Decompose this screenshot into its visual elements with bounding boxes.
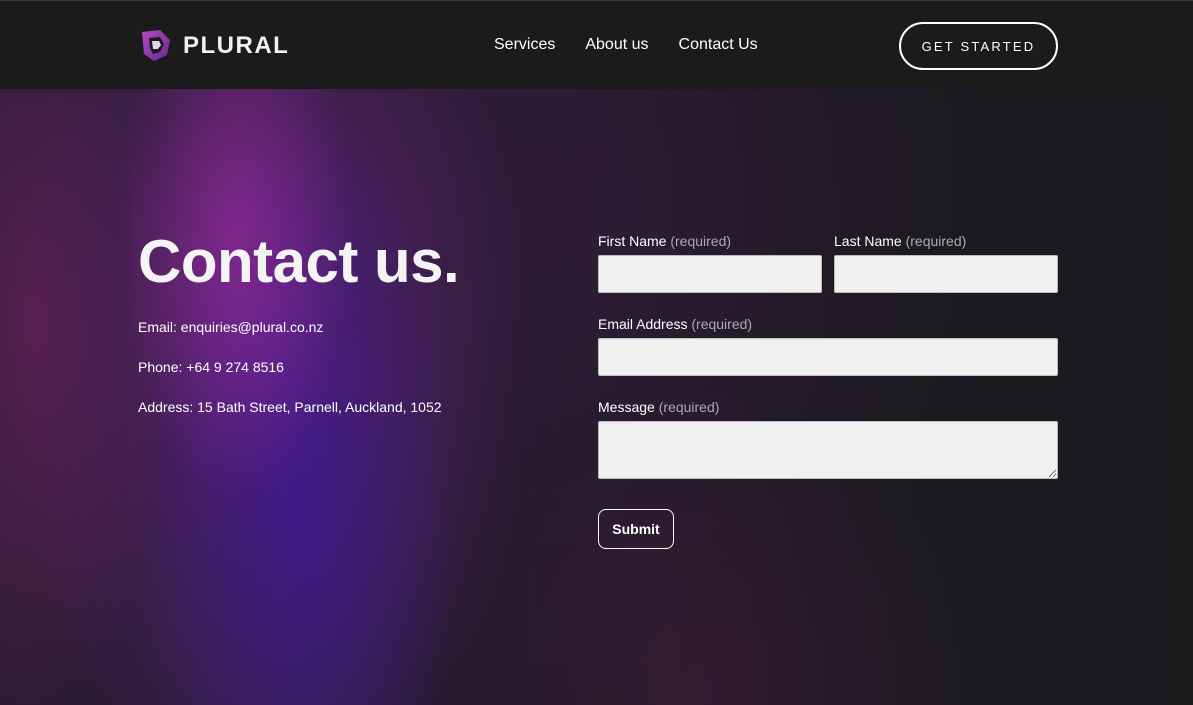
first-name-label-text: First Name — [598, 233, 667, 249]
logo[interactable]: PLURAL — [138, 28, 289, 63]
hero-background — [0, 89, 1193, 705]
last-name-label-text: Last Name — [834, 233, 902, 249]
required-indicator: (required) — [905, 233, 967, 249]
main-nav: Services About us Contact Us — [494, 35, 758, 55]
nav-contact-us[interactable]: Contact Us — [679, 35, 758, 55]
required-indicator: (required) — [670, 233, 732, 249]
email-input[interactable] — [598, 338, 1058, 376]
nav-services[interactable]: Services — [494, 35, 555, 55]
logo-text: PLURAL — [183, 32, 290, 59]
gradient-band — [0, 89, 130, 705]
contact-email: Email: enquiries@plural.co.nz — [138, 319, 324, 335]
required-indicator: (required) — [658, 399, 720, 415]
first-name-input[interactable] — [598, 255, 822, 293]
page-title: Contact us. — [138, 228, 460, 295]
nav-about-us[interactable]: About us — [585, 35, 648, 55]
message-label-text: Message — [598, 399, 655, 415]
page: PLURAL Services About us Contact Us GET … — [0, 0, 1193, 705]
contact-phone: Phone: +64 9 274 8516 — [138, 359, 284, 375]
email-label-text: Email Address — [598, 316, 688, 332]
first-name-label: First Name (required) — [598, 232, 731, 250]
message-label: Message (required) — [598, 398, 719, 416]
plural-shield-logo-icon — [142, 30, 170, 61]
site-header: PLURAL Services About us Contact Us GET … — [0, 1, 1193, 89]
submit-button[interactable]: Submit — [598, 509, 674, 549]
required-indicator: (required) — [691, 316, 753, 332]
last-name-label: Last Name (required) — [834, 232, 966, 250]
message-textarea[interactable] — [598, 421, 1058, 479]
contact-address: Address: 15 Bath Street, Parnell, Auckla… — [138, 399, 442, 415]
gradient-backdrop — [0, 89, 1193, 705]
email-label: Email Address (required) — [598, 315, 752, 333]
get-started-button[interactable]: GET STARTED — [899, 22, 1058, 70]
last-name-input[interactable] — [834, 255, 1058, 293]
